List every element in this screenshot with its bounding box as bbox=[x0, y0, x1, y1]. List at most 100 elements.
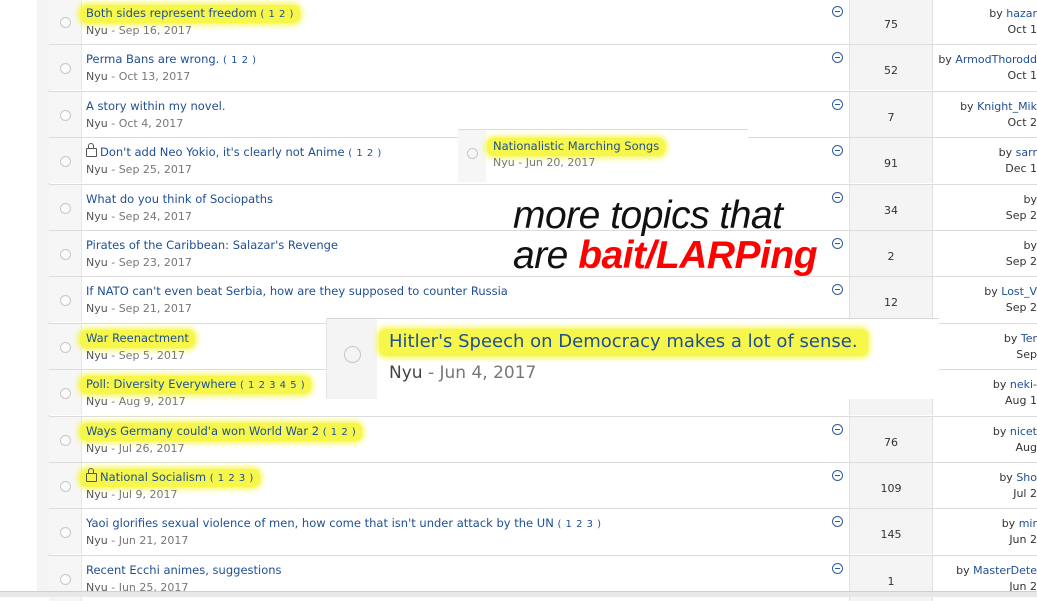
topic-title-text[interactable]: Perma Bans are wrong. bbox=[86, 52, 219, 66]
topic-title-text[interactable]: Don't add Neo Yokio, it's clearly not An… bbox=[100, 145, 345, 159]
topic-title-text[interactable]: Ways Germany could'a won World War 2 bbox=[86, 424, 319, 438]
topic-status-icon bbox=[60, 248, 71, 260]
last-post-user[interactable]: MasterDete bbox=[973, 564, 1037, 577]
topic-row[interactable]: If NATO can't even beat Serbia, how are … bbox=[49, 276, 1037, 322]
topic-author[interactable]: Nyu bbox=[86, 349, 108, 362]
topic-title-text[interactable]: What do you think of Sociopaths bbox=[86, 192, 273, 206]
topic-pages[interactable]: ( 1 2 ) bbox=[323, 427, 357, 438]
topic-meta: Nyu - Jun 21, 2017 bbox=[86, 534, 189, 547]
topic-row[interactable]: Perma Bans are wrong. ( 1 2 ) Nyu - Oct 1… bbox=[49, 44, 1037, 90]
last-post-user[interactable]: nicet bbox=[1010, 425, 1037, 438]
topic-meta: Nyu - Sep 16, 2017 bbox=[86, 24, 192, 37]
topic-author[interactable]: Nyu bbox=[86, 302, 108, 315]
topic-title-text[interactable]: Recent Ecchi animes, suggestions bbox=[86, 563, 282, 577]
last-post-user[interactable]: Ter bbox=[1021, 332, 1037, 345]
topic-title-wrap: Don't add Neo Yokio, it's clearly not An… bbox=[86, 143, 382, 159]
topic-date: Jul 9, 2017 bbox=[118, 488, 178, 501]
topic-author[interactable]: Nyu bbox=[86, 256, 108, 269]
topic-author[interactable]: Nyu bbox=[86, 442, 108, 455]
topic-title[interactable]: Recent Ecchi animes, suggestions bbox=[86, 563, 282, 577]
topic-pages[interactable]: ( 1 2 3 4 5 ) bbox=[240, 380, 305, 391]
topic-title-text[interactable]: National Socialism bbox=[100, 470, 206, 484]
topic-title[interactable]: Ways Germany could'a won World War 2 ( 1… bbox=[80, 423, 363, 441]
last-post-date: Aug 1 bbox=[1005, 394, 1037, 407]
topic-title[interactable]: If NATO can't even beat Serbia, how are … bbox=[86, 284, 508, 298]
topic-title[interactable]: National Socialism ( 1 2 3 ) bbox=[80, 468, 260, 487]
topic-row[interactable]: Ways Germany could'a won World War 2 ( 1… bbox=[49, 416, 1037, 462]
last-post-user[interactable]: hazar bbox=[1006, 7, 1037, 20]
collapse-icon[interactable] bbox=[832, 284, 843, 295]
last-post-date: Jun 2 bbox=[1009, 533, 1037, 546]
topic-author[interactable]: Nyu bbox=[86, 395, 108, 408]
topic-pages[interactable]: ( 1 2 ) bbox=[348, 148, 382, 159]
topic-title[interactable]: War Reenactment bbox=[80, 330, 195, 348]
topic-date: Sep 24, 2017 bbox=[118, 210, 192, 223]
topic-author[interactable]: Nyu bbox=[86, 163, 108, 176]
topic-title-text[interactable]: Pirates of the Caribbean: Salazar's Reve… bbox=[86, 238, 338, 252]
topic-title[interactable]: Pirates of the Caribbean: Salazar's Reve… bbox=[86, 238, 338, 252]
topic-title[interactable]: Yaoi glorifies sexual violence of men, h… bbox=[86, 516, 602, 530]
topic-title[interactable]: Both sides represent freedom ( 1 2 ) bbox=[80, 5, 300, 23]
topic-author[interactable]: Nyu bbox=[86, 488, 108, 501]
lock-icon bbox=[86, 468, 97, 482]
last-post: by Lost_V Sep 2 bbox=[984, 285, 1037, 314]
collapse-icon[interactable] bbox=[832, 145, 843, 156]
reply-count: 109 bbox=[880, 481, 902, 495]
topic-title-text[interactable]: Both sides represent freedom bbox=[86, 6, 257, 20]
collapse-icon[interactable] bbox=[832, 470, 843, 481]
reply-count-cell: 12 bbox=[849, 277, 933, 322]
reply-count: 1 bbox=[887, 574, 895, 588]
last-post-user[interactable]: mir bbox=[1019, 517, 1037, 530]
collapse-icon[interactable] bbox=[832, 516, 843, 527]
topic-title-text[interactable]: If NATO can't even beat Serbia, how are … bbox=[86, 284, 508, 298]
collapse-icon[interactable] bbox=[832, 563, 843, 574]
topic-author[interactable]: Nyu bbox=[86, 117, 108, 130]
topic-title-text[interactable]: Poll: Diversity Everywhere bbox=[86, 377, 236, 391]
topic-row[interactable]: Yaoi glorifies sexual violence of men, h… bbox=[49, 508, 1037, 554]
topic-icon-cell bbox=[49, 324, 82, 369]
topic-pages[interactable]: ( 1 2 ) bbox=[260, 9, 294, 20]
topic-title[interactable]: A story within my novel. bbox=[86, 99, 226, 113]
topic-title[interactable]: Don't add Neo Yokio, it's clearly not An… bbox=[86, 143, 382, 159]
topic-author[interactable]: Nyu bbox=[86, 534, 108, 547]
overlay-topic-title[interactable]: Nationalistic Marching Songs bbox=[487, 138, 666, 156]
topic-author[interactable]: Nyu bbox=[86, 24, 108, 37]
last-post-user[interactable]: sarr bbox=[1016, 146, 1037, 159]
collapse-icon[interactable] bbox=[832, 192, 843, 203]
collapse-icon[interactable] bbox=[832, 52, 843, 63]
topic-title[interactable]: Perma Bans are wrong. ( 1 2 ) bbox=[86, 52, 257, 66]
topic-status-icon bbox=[467, 148, 478, 159]
topic-title[interactable]: What do you think of Sociopaths bbox=[86, 192, 273, 206]
topic-row[interactable]: National Socialism ( 1 2 3 ) Nyu - Jul 9,… bbox=[49, 462, 1037, 508]
topic-title-text[interactable]: War Reenactment bbox=[86, 331, 189, 345]
topic-pages[interactable]: ( 1 2 3 ) bbox=[557, 519, 601, 530]
last-post-date: Oct 1 bbox=[1007, 23, 1037, 36]
reply-count-cell: 91 bbox=[849, 138, 933, 183]
topic-row[interactable]: Both sides represent freedom ( 1 2 ) Nyu … bbox=[49, 0, 1037, 44]
last-post-user[interactable]: neki- bbox=[1010, 378, 1037, 391]
last-post-user[interactable]: Sho bbox=[1016, 471, 1037, 484]
topic-author[interactable]: Nyu bbox=[86, 70, 108, 83]
collapse-icon[interactable] bbox=[832, 6, 843, 17]
reply-count: 2 bbox=[887, 249, 895, 263]
topic-pages[interactable]: ( 1 2 3 ) bbox=[210, 473, 254, 484]
horizontal-scrollbar[interactable] bbox=[0, 591, 1037, 597]
topic-title-text[interactable]: Yaoi glorifies sexual violence of men, h… bbox=[86, 516, 554, 530]
topic-title[interactable]: Poll: Diversity Everywhere ( 1 2 3 4 5 ) bbox=[80, 376, 312, 394]
collapse-icon[interactable] bbox=[832, 424, 843, 435]
topic-pages[interactable]: ( 1 2 ) bbox=[223, 55, 257, 66]
topic-icon-cell bbox=[49, 370, 82, 415]
last-post-user[interactable]: Knight_Mik bbox=[977, 100, 1037, 113]
collapse-icon[interactable] bbox=[832, 99, 843, 110]
collapse-icon[interactable] bbox=[832, 238, 843, 249]
reply-count-cell: 145 bbox=[849, 509, 933, 554]
last-post: by Sho Jul 2 bbox=[999, 471, 1037, 500]
topic-meta: Nyu - Jul 9, 2017 bbox=[86, 488, 178, 501]
topic-title-text[interactable]: A story within my novel. bbox=[86, 99, 226, 113]
topic-author[interactable]: Nyu bbox=[86, 210, 108, 223]
topic-date: Sep 16, 2017 bbox=[118, 24, 192, 37]
last-post-user[interactable]: ArmodThorodd bbox=[955, 53, 1037, 66]
overlay-topic-title[interactable]: Hitler's Speech on Democracy makes a lot… bbox=[379, 329, 868, 356]
topic-icon-cell bbox=[49, 0, 82, 44]
last-post-user[interactable]: Lost_V bbox=[1001, 285, 1037, 298]
